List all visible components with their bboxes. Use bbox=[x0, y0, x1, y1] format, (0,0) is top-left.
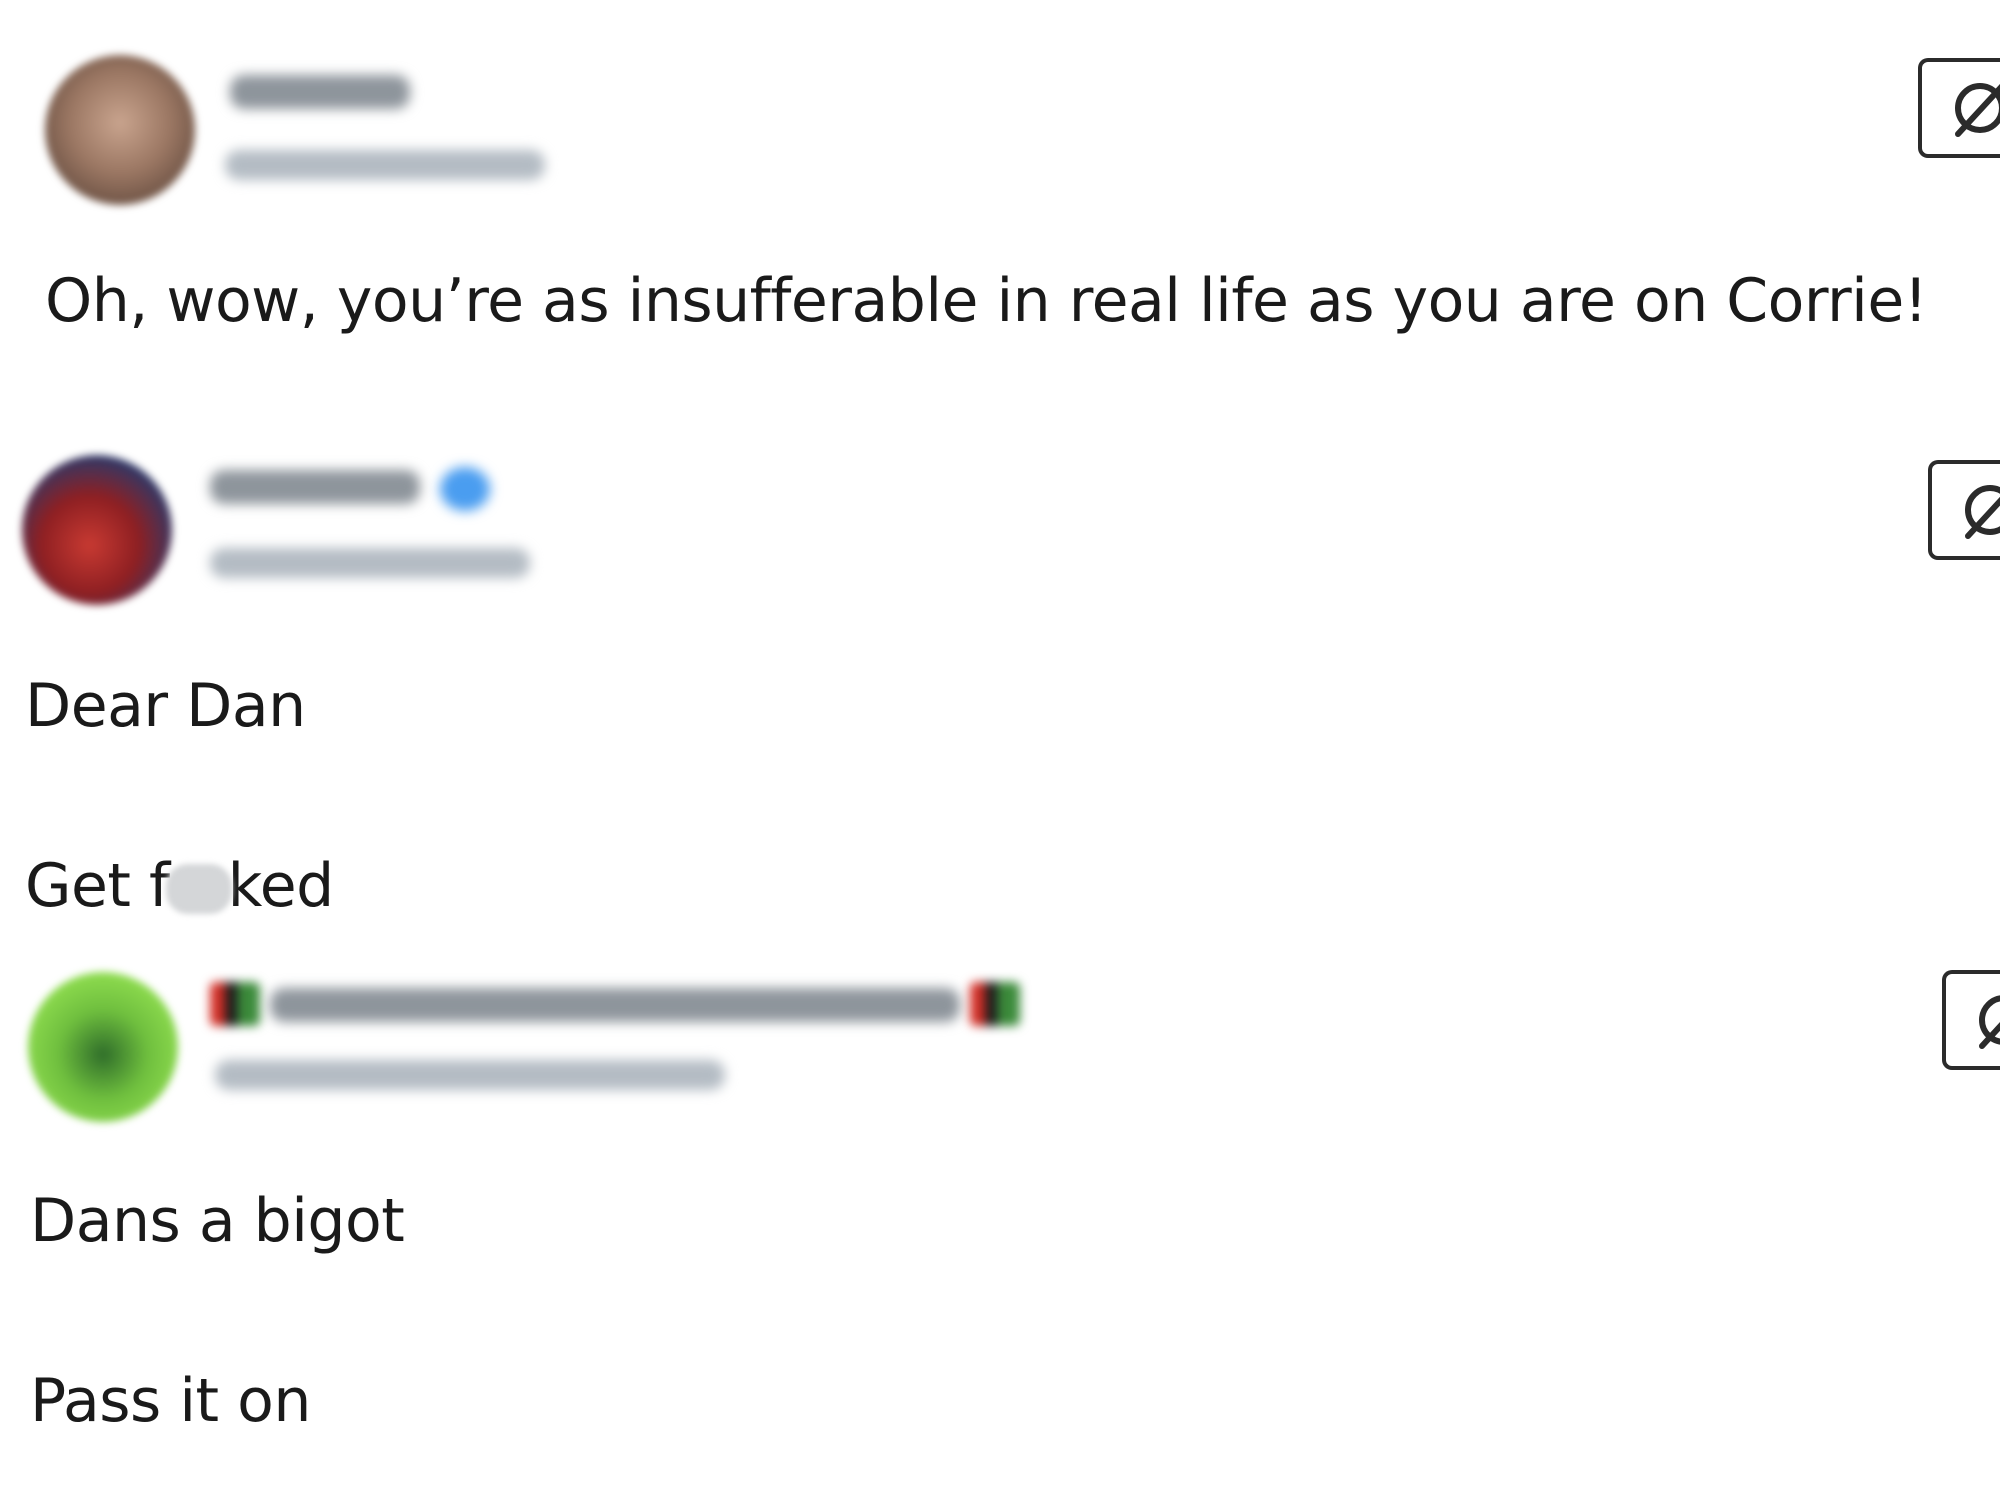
post-text-fragment: Get f bbox=[25, 851, 170, 921]
post-text-line-1: Dear Dan bbox=[25, 671, 306, 741]
handle-blurred[interactable] bbox=[215, 1060, 725, 1090]
avatar[interactable] bbox=[28, 972, 178, 1122]
avatar[interactable] bbox=[45, 55, 195, 205]
reply-slash-icon bbox=[1979, 995, 2000, 1049]
post-2: Dear Dan Get f ked bbox=[0, 380, 2000, 922]
handle-blurred[interactable] bbox=[210, 548, 530, 578]
reply-slash-icon bbox=[1965, 485, 2000, 539]
censor-blur bbox=[165, 864, 232, 915]
reply-slash-icon bbox=[1955, 83, 2000, 137]
post-text-line-2: Get f ked bbox=[25, 850, 334, 922]
flag-emoji-icon bbox=[970, 982, 1020, 1026]
post-text-line-2: Pass it on bbox=[30, 1366, 311, 1436]
display-name-blurred[interactable] bbox=[230, 75, 410, 109]
reply-button[interactable] bbox=[1928, 460, 2000, 560]
reply-button[interactable] bbox=[1918, 58, 2000, 158]
post-1: Oh, wow, you’re as insufferable in real … bbox=[0, 0, 2000, 380]
display-name-blurred[interactable] bbox=[210, 470, 420, 504]
display-name-blurred[interactable] bbox=[270, 988, 960, 1022]
verified-badge-icon bbox=[440, 467, 490, 511]
post-text-line-1: Dans a bigot bbox=[30, 1186, 405, 1256]
reply-button[interactable] bbox=[1942, 970, 2000, 1070]
avatar[interactable] bbox=[22, 455, 172, 605]
post-3: Dans a bigot Pass it on bbox=[0, 920, 2000, 1500]
post-text-fragment: ked bbox=[227, 851, 335, 921]
handle-blurred[interactable] bbox=[225, 150, 545, 180]
flag-emoji-icon bbox=[210, 982, 260, 1026]
post-text: Oh, wow, you’re as insufferable in real … bbox=[45, 266, 1928, 336]
